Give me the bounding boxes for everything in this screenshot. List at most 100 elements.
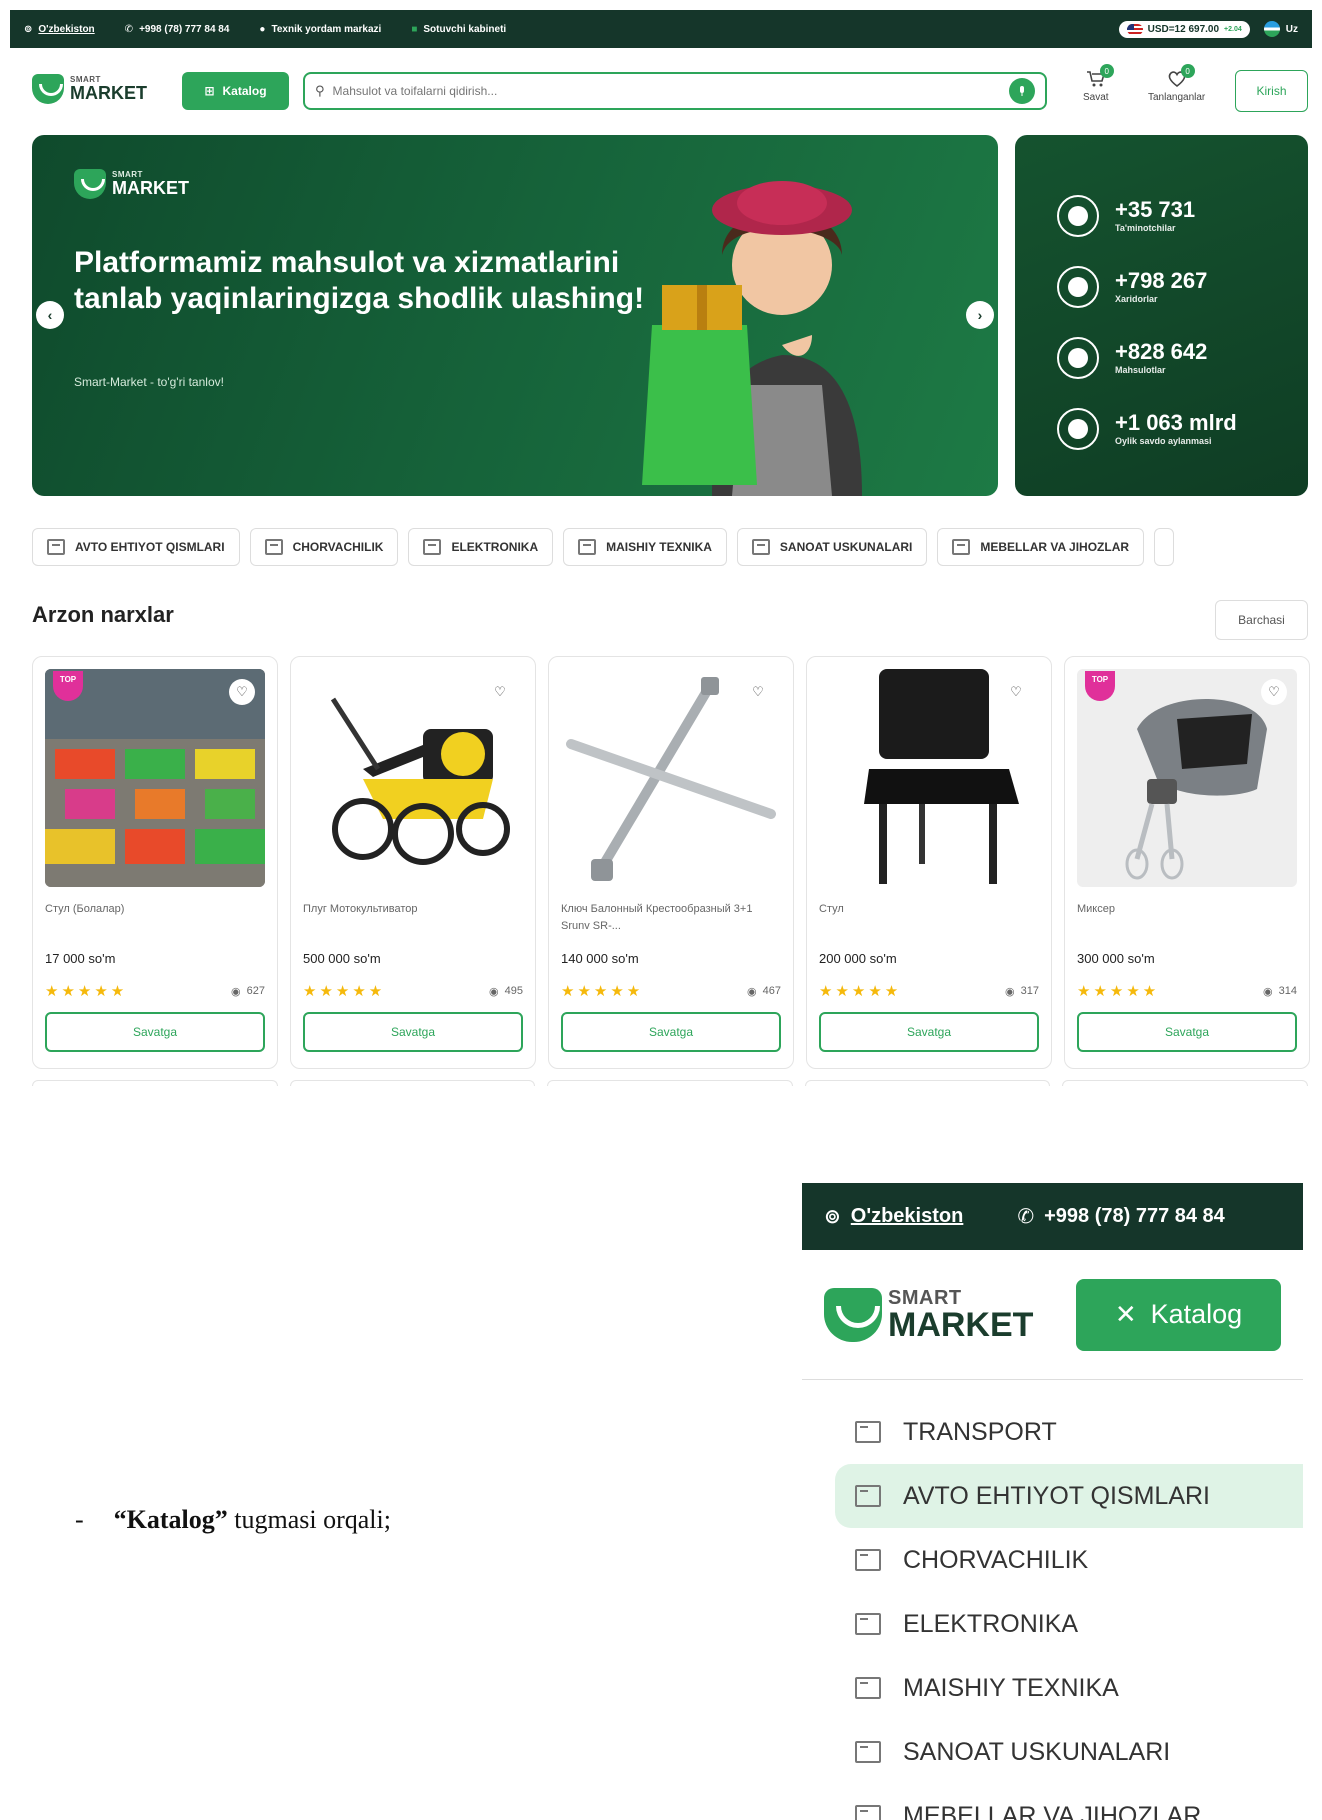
site-logo[interactable]: SMART MARKET	[32, 74, 147, 104]
add-to-cart-button[interactable]: Savatga	[45, 1012, 265, 1052]
top-badge: TOP	[1085, 671, 1115, 701]
seller-cabinet-link[interactable]: ■ Sotuvchi kabineti	[411, 24, 506, 35]
next-row-cards	[32, 1080, 1308, 1086]
category-chip-livestock[interactable]: CHORVACHILIK	[249, 528, 399, 566]
stat-buyers: +798 267 Xaridorlar	[1057, 251, 1308, 322]
mobile-catalog-menu: TRANSPORT AVTO EHTIYOT QISMLARI CHORVACH…	[835, 1400, 1303, 1820]
add-to-cart-button[interactable]: Savatga	[303, 1012, 523, 1052]
cart-count-badge: 0	[1099, 64, 1114, 78]
cart-button[interactable]: 0 Savat	[1083, 64, 1114, 103]
favorite-heart-button[interactable]: ♡	[1261, 679, 1287, 705]
product-card[interactable]: ♡ Стул 200 000 so'm ★★★★★ ◉ 317 Savatga	[806, 656, 1052, 1069]
product-name[interactable]: Стул	[819, 901, 1039, 937]
black-chair-image	[864, 669, 1019, 884]
product-image: ♡	[819, 669, 1039, 887]
banner-prev-button[interactable]: ‹	[36, 301, 64, 329]
rating-stars: ★★★★★	[303, 983, 386, 1000]
banner-logo: SMART MARKET	[74, 169, 189, 199]
favorites-count-badge: 0	[1180, 64, 1195, 78]
shop-icon: ■	[411, 23, 418, 35]
product-card[interactable]: TOP ♡ Миксер 300 000 so'm ★★★★★ ◉ 314 Sav…	[1064, 656, 1310, 1069]
microphone-icon	[1020, 86, 1024, 96]
catalog-item-transport[interactable]: TRANSPORT	[835, 1400, 1303, 1464]
product-image: TOP ♡	[45, 669, 265, 887]
catalog-item-home-appliances[interactable]: MAISHIY TEXNIKA	[835, 1656, 1303, 1720]
factory-icon	[855, 1741, 881, 1763]
catalog-item-auto-parts[interactable]: AVTO EHTIYOT QISMLARI	[835, 1464, 1303, 1528]
section-title: Arzon narxlar	[32, 602, 174, 627]
auto-parts-icon	[855, 1485, 881, 1507]
mobile-logo[interactable]: SMART MARKET	[824, 1287, 1033, 1342]
catalog-item-electronics[interactable]: ELEKTRONIKA	[835, 1592, 1303, 1656]
chevron-right-icon: ›	[977, 307, 983, 323]
top-bar: ⊚ O'zbekiston ✆ +998 (78) 777 84 84 ● Te…	[10, 10, 1312, 48]
catalog-item-furniture[interactable]: MEBELLAR VA JIHOZLAR	[835, 1784, 1303, 1820]
support-icon: ●	[259, 23, 266, 35]
promo-banner[interactable]: SMART MARKET Platformamiz mahsulot va xi…	[32, 135, 998, 496]
truck-icon	[855, 1421, 881, 1443]
product-card[interactable]: TOP ♡ Стул (Болалар) 17 000 so'm ★★★★★ ◉…	[32, 656, 278, 1069]
language-switcher[interactable]: Uz	[1263, 21, 1298, 37]
phone-link[interactable]: ✆ +998 (78) 777 84 84	[125, 24, 230, 35]
search-input[interactable]	[332, 84, 1001, 98]
furniture-icon	[952, 539, 971, 555]
banner-next-button[interactable]: ›	[966, 301, 994, 329]
product-name[interactable]: Ключ Балонный Крестообразный 3+1 Srunv S…	[561, 901, 781, 937]
monitor-icon	[423, 539, 442, 555]
category-chip-electronics[interactable]: ELEKTRONIKA	[408, 528, 554, 566]
product-name[interactable]: Миксер	[1077, 901, 1297, 937]
add-to-cart-button[interactable]: Savatga	[819, 1012, 1039, 1052]
location-link[interactable]: ⊚ O'zbekiston	[24, 24, 95, 35]
mobile-catalog-close-button[interactable]: ✕ Katalog	[1076, 1278, 1281, 1351]
smart-market-logo-icon	[74, 169, 106, 199]
washing-machine-icon	[855, 1677, 881, 1699]
washing-machine-icon	[578, 539, 597, 555]
money-icon	[1057, 407, 1099, 450]
favorites-button[interactable]: 0 Tanlanganlar	[1148, 64, 1205, 103]
catalog-item-industrial-equipment[interactable]: SANOAT USKUNALARI	[835, 1720, 1303, 1784]
woman-with-gift-bag-image	[642, 181, 862, 496]
category-chip-home-appliances[interactable]: MAISHIY TEXNIKA	[563, 528, 727, 566]
product-name[interactable]: Плуг Мотокультиватор	[303, 901, 523, 937]
category-chip-auto-parts[interactable]: AVTO EHTIYOT QISMLARI	[32, 528, 240, 566]
heart-icon: ♡	[1010, 684, 1022, 699]
phone-icon: ✆	[124, 23, 134, 35]
views-count: ◉ 314	[1263, 985, 1297, 998]
furniture-icon	[855, 1805, 881, 1820]
catalog-button[interactable]: ⊞ Katalog	[182, 72, 289, 110]
favorite-heart-button[interactable]: ♡	[1003, 679, 1029, 705]
mobile-top-bar: ⊚ O'zbekiston ✆ +998 (78) 777 84 84	[802, 1183, 1303, 1250]
mobile-phone-link[interactable]: ✆ +998 (78) 777 84 84	[1017, 1204, 1224, 1229]
eye-icon: ◉	[1005, 985, 1015, 998]
add-to-cart-button[interactable]: Savatga	[561, 1012, 781, 1052]
views-count: ◉ 467	[747, 985, 781, 998]
product-name[interactable]: Стул (Болалар)	[45, 901, 265, 937]
support-link[interactable]: ● Texnik yordam markazi	[259, 24, 381, 35]
favorite-heart-button[interactable]: ♡	[487, 679, 513, 705]
category-chip-furniture[interactable]: MEBELLAR VA JIHOZLAR	[937, 528, 1145, 566]
add-to-cart-button[interactable]: Savatga	[1077, 1012, 1297, 1052]
product-price: 140 000 so'm	[561, 951, 639, 966]
see-all-button[interactable]: Barchasi	[1215, 600, 1308, 640]
smart-market-logo-icon	[824, 1287, 882, 1342]
product-card[interactable]: ♡ Ключ Балонный Крестообразный 3+1 Srunv…	[548, 656, 794, 1069]
category-chip-industrial-equipment[interactable]: SANOAT USKUNALARI	[736, 528, 928, 566]
product-card[interactable]: ♡ Плуг Мотокультиватор 500 000 so'm ★★★★…	[290, 656, 536, 1069]
smart-market-logo-icon	[32, 74, 64, 104]
grid-icon: ⊞	[204, 84, 215, 98]
login-button[interactable]: Kirish	[1235, 70, 1308, 112]
boxes-icon	[1057, 336, 1099, 379]
stat-turnover: +1 063 mlrd Oylik savdo aylanmasi	[1057, 393, 1308, 464]
category-chips: AVTO EHTIYOT QISMLARI CHORVACHILIK ELEKT…	[32, 528, 1322, 568]
microphone-button[interactable]	[1009, 78, 1035, 104]
cross-wrench-image	[566, 677, 776, 881]
catalog-item-livestock[interactable]: CHORVACHILIK	[835, 1528, 1303, 1592]
favorite-heart-button[interactable]: ♡	[229, 679, 255, 705]
hand-mixer-image	[1125, 699, 1267, 880]
motor-cultivator-image	[330, 697, 510, 865]
mobile-location-link[interactable]: ⊚ O'zbekiston	[824, 1204, 963, 1229]
monitor-icon	[855, 1613, 881, 1635]
stat-products: +828 642 Mahsulotlar	[1057, 322, 1308, 393]
category-chip-more[interactable]	[1154, 528, 1175, 566]
favorite-heart-button[interactable]: ♡	[745, 679, 771, 705]
